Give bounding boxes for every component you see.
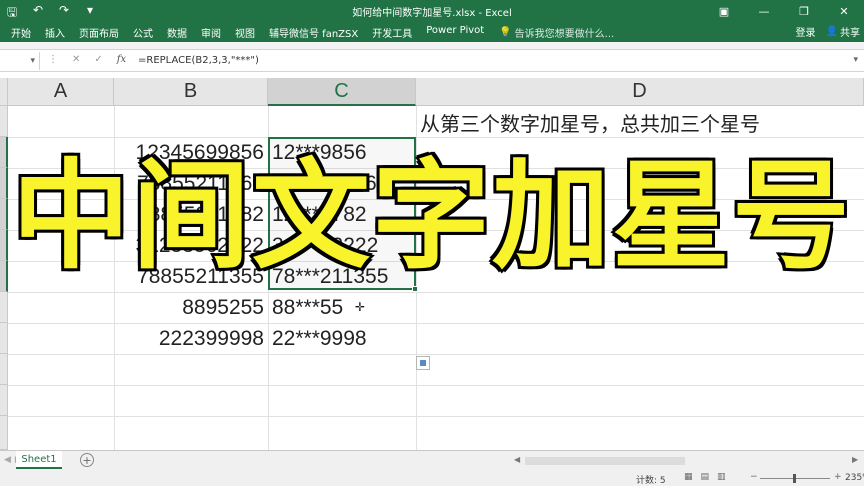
column-header-c[interactable]: C: [268, 78, 416, 106]
quick-analysis-icon[interactable]: [416, 356, 430, 370]
tab-home[interactable]: 开始: [4, 25, 38, 40]
tab-developer[interactable]: 开发工具: [365, 25, 419, 40]
cancel-icon[interactable]: ✕: [72, 54, 80, 65]
count-readout: 计数: 5: [636, 476, 666, 486]
scroll-left-icon[interactable]: ◀: [514, 455, 520, 464]
cell-c[interactable]: 22***9998: [268, 323, 416, 354]
person-icon: 👤: [825, 26, 838, 37]
zoom-out-icon[interactable]: −: [750, 472, 758, 482]
cell-c[interactable]: 31***62222: [268, 230, 416, 261]
cell-c[interactable]: 78***211355: [268, 261, 416, 292]
cell-c[interactable]: 12***9856: [268, 137, 416, 168]
ribbon-display-icon[interactable]: ▣: [704, 0, 744, 22]
tab-insert[interactable]: 插入: [38, 25, 72, 40]
sheet-tab-sheet1[interactable]: Sheet1: [16, 451, 62, 469]
title-bar: 🖫 ↶ ↷ ▾ 如何给中间数字加星号.xlsx - Excel ▣ — ❐ ✕: [0, 0, 864, 22]
cell-b[interactable]: 78855211365: [114, 168, 268, 199]
row-header[interactable]: [0, 354, 8, 385]
cell-b[interactable]: 78855211782: [114, 199, 268, 230]
cell-b[interactable]: 12345699856: [114, 137, 268, 168]
crosshair-cursor-icon: ✛: [355, 300, 366, 314]
tell-me-text: 告诉我您想要做什么...: [514, 29, 615, 40]
column-header-d[interactable]: D: [416, 78, 864, 106]
tab-data[interactable]: 数据: [160, 25, 194, 40]
cell-b[interactable]: 222399998: [114, 323, 268, 354]
gridline: [416, 106, 417, 450]
tell-me-search[interactable]: 💡 告诉我您想要做什么...: [499, 25, 614, 40]
tab-view[interactable]: 视图: [228, 25, 262, 40]
lightbulb-icon: 💡: [499, 27, 512, 38]
formula-bar: ▾ ⋮ ✕ ✓ fx =REPLACE(B2,3,3,"***") ▾: [0, 50, 864, 72]
restore-icon[interactable]: ❐: [784, 0, 824, 22]
gridline: [8, 385, 864, 386]
share-button[interactable]: 👤 共享: [826, 24, 860, 39]
select-all-corner[interactable]: [0, 78, 8, 106]
name-box-dropdown[interactable]: ▾: [0, 52, 40, 70]
row-header[interactable]: [0, 261, 8, 292]
row-header[interactable]: [0, 323, 8, 354]
gridline: [8, 416, 864, 417]
gridline: [8, 354, 864, 355]
prev-sheet-icon[interactable]: ◀: [4, 455, 11, 465]
row-header[interactable]: [0, 199, 8, 230]
row-header[interactable]: [0, 168, 8, 199]
horizontal-scrollbar[interactable]: [525, 457, 685, 465]
add-sheet-icon[interactable]: +: [80, 453, 94, 467]
cell-b[interactable]: 31233562222: [114, 230, 268, 261]
scroll-right-icon[interactable]: ▶: [852, 455, 858, 464]
row-header[interactable]: [0, 416, 8, 450]
tab-review[interactable]: 审阅: [194, 25, 228, 40]
tab-power-pivot[interactable]: Power Pivot: [419, 25, 491, 40]
expand-formula-icon[interactable]: ▾: [853, 55, 858, 65]
cell-c[interactable]: 12***4782: [268, 199, 416, 230]
sheet-tab-bar: ◀ ▶ Sheet1 + ◀ ▶: [0, 450, 864, 470]
column-header-a[interactable]: A: [8, 78, 114, 106]
status-bar: 计数: 5 ▦ ▤ ▥ − + 235%: [0, 470, 864, 486]
page-break-view-icon[interactable]: ▥: [717, 472, 726, 482]
enter-icon[interactable]: ✓: [94, 54, 102, 65]
page-layout-view-icon[interactable]: ▤: [701, 472, 710, 482]
zoom-slider-knob[interactable]: [793, 474, 796, 483]
share-label: 共享: [840, 28, 860, 39]
signin-link[interactable]: 登录: [796, 24, 816, 39]
row-header[interactable]: [0, 292, 8, 323]
tab-page-layout[interactable]: 页面布局: [72, 25, 126, 40]
formula-input[interactable]: =REPLACE(B2,3,3,"***"): [138, 55, 259, 66]
zoom-level[interactable]: 235%: [845, 473, 864, 483]
insert-function-icon[interactable]: fx: [117, 54, 126, 65]
note-cell-d1[interactable]: 从第三个数字加星号，总共加三个星号: [420, 108, 760, 137]
row-header[interactable]: [0, 230, 8, 261]
cell-b[interactable]: 78855211355: [114, 261, 268, 292]
row-header[interactable]: [0, 385, 8, 416]
row-header[interactable]: [0, 106, 8, 137]
zoom-in-icon[interactable]: +: [834, 472, 842, 482]
ribbon-tabs: 开始 插入 页面布局 公式 数据 审阅 视图 辅导微信号 fanZSX 开发工具…: [0, 22, 864, 42]
more-icon[interactable]: ⋮: [48, 54, 58, 65]
cell-b[interactable]: 8895255: [114, 292, 268, 323]
close-icon[interactable]: ✕: [824, 0, 864, 22]
cell-c[interactable]: 88***55: [268, 292, 416, 323]
cell-c[interactable]: 78***211365: [268, 168, 416, 199]
ribbon-collapsed-strip: [0, 42, 864, 50]
column-header-b[interactable]: B: [114, 78, 268, 106]
worksheet-grid[interactable]: A B C D 从第三个数字加星号，总共加三个星号 12345699856 12…: [0, 78, 864, 450]
row-header[interactable]: [0, 137, 8, 168]
minimize-icon[interactable]: —: [744, 0, 784, 22]
normal-view-icon[interactable]: ▦: [684, 472, 693, 482]
tab-formulas[interactable]: 公式: [126, 25, 160, 40]
tab-custom-wechat[interactable]: 辅导微信号 fanZSX: [262, 25, 365, 40]
